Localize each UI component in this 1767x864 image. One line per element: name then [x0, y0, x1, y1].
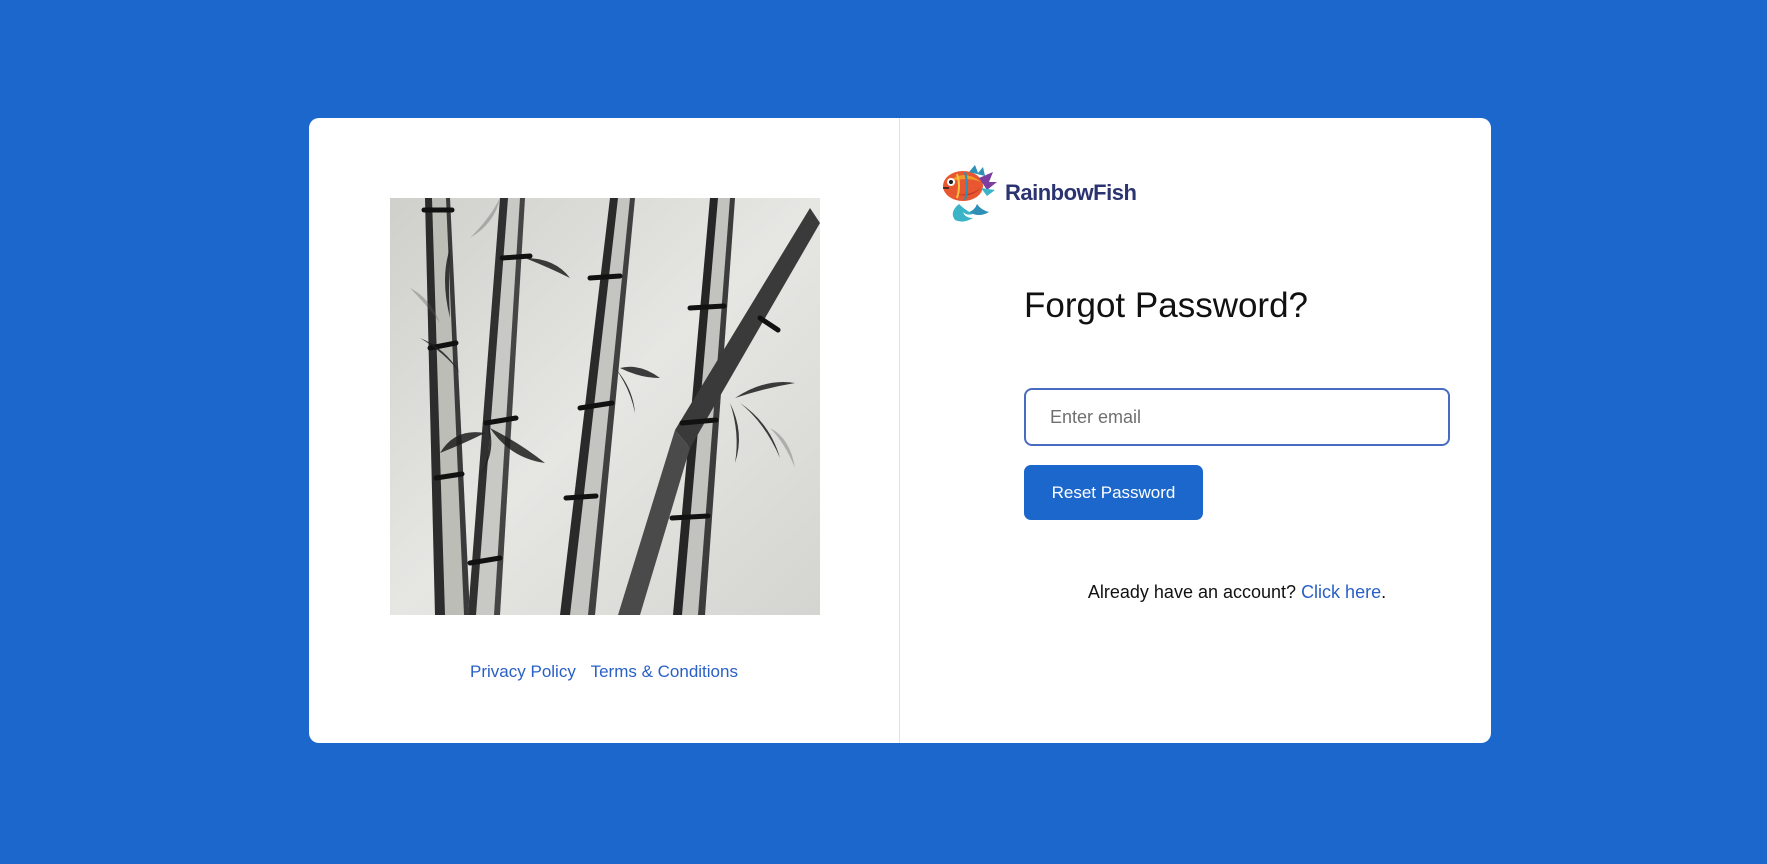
bamboo-artwork [390, 198, 820, 615]
account-prompt: Already have an account? Click here. [1024, 582, 1450, 603]
account-prompt-text: Already have an account? [1087, 582, 1297, 602]
reset-password-button[interactable]: Reset Password [1024, 465, 1203, 520]
bamboo-illustration [390, 198, 820, 615]
footer-links: Privacy Policy Terms & Conditions [309, 662, 899, 682]
illustration-panel: Privacy Policy Terms & Conditions [309, 118, 900, 743]
fish-logo-icon [943, 165, 997, 222]
login-link[interactable]: Click here [1301, 582, 1381, 602]
form-panel: RainbowFish Forgot Password? Reset Passw… [900, 118, 1491, 743]
terms-conditions-link[interactable]: Terms & Conditions [591, 662, 738, 681]
account-prompt-suffix: . [1381, 582, 1387, 602]
brand: RainbowFish [939, 164, 1137, 222]
page-title: Forgot Password? [1024, 286, 1309, 325]
brand-name: RainbowFish [1005, 180, 1137, 205]
auth-card: Privacy Policy Terms & Conditions Rainbo… [309, 118, 1491, 743]
privacy-policy-link[interactable]: Privacy Policy [470, 662, 576, 681]
email-field[interactable] [1024, 388, 1450, 446]
